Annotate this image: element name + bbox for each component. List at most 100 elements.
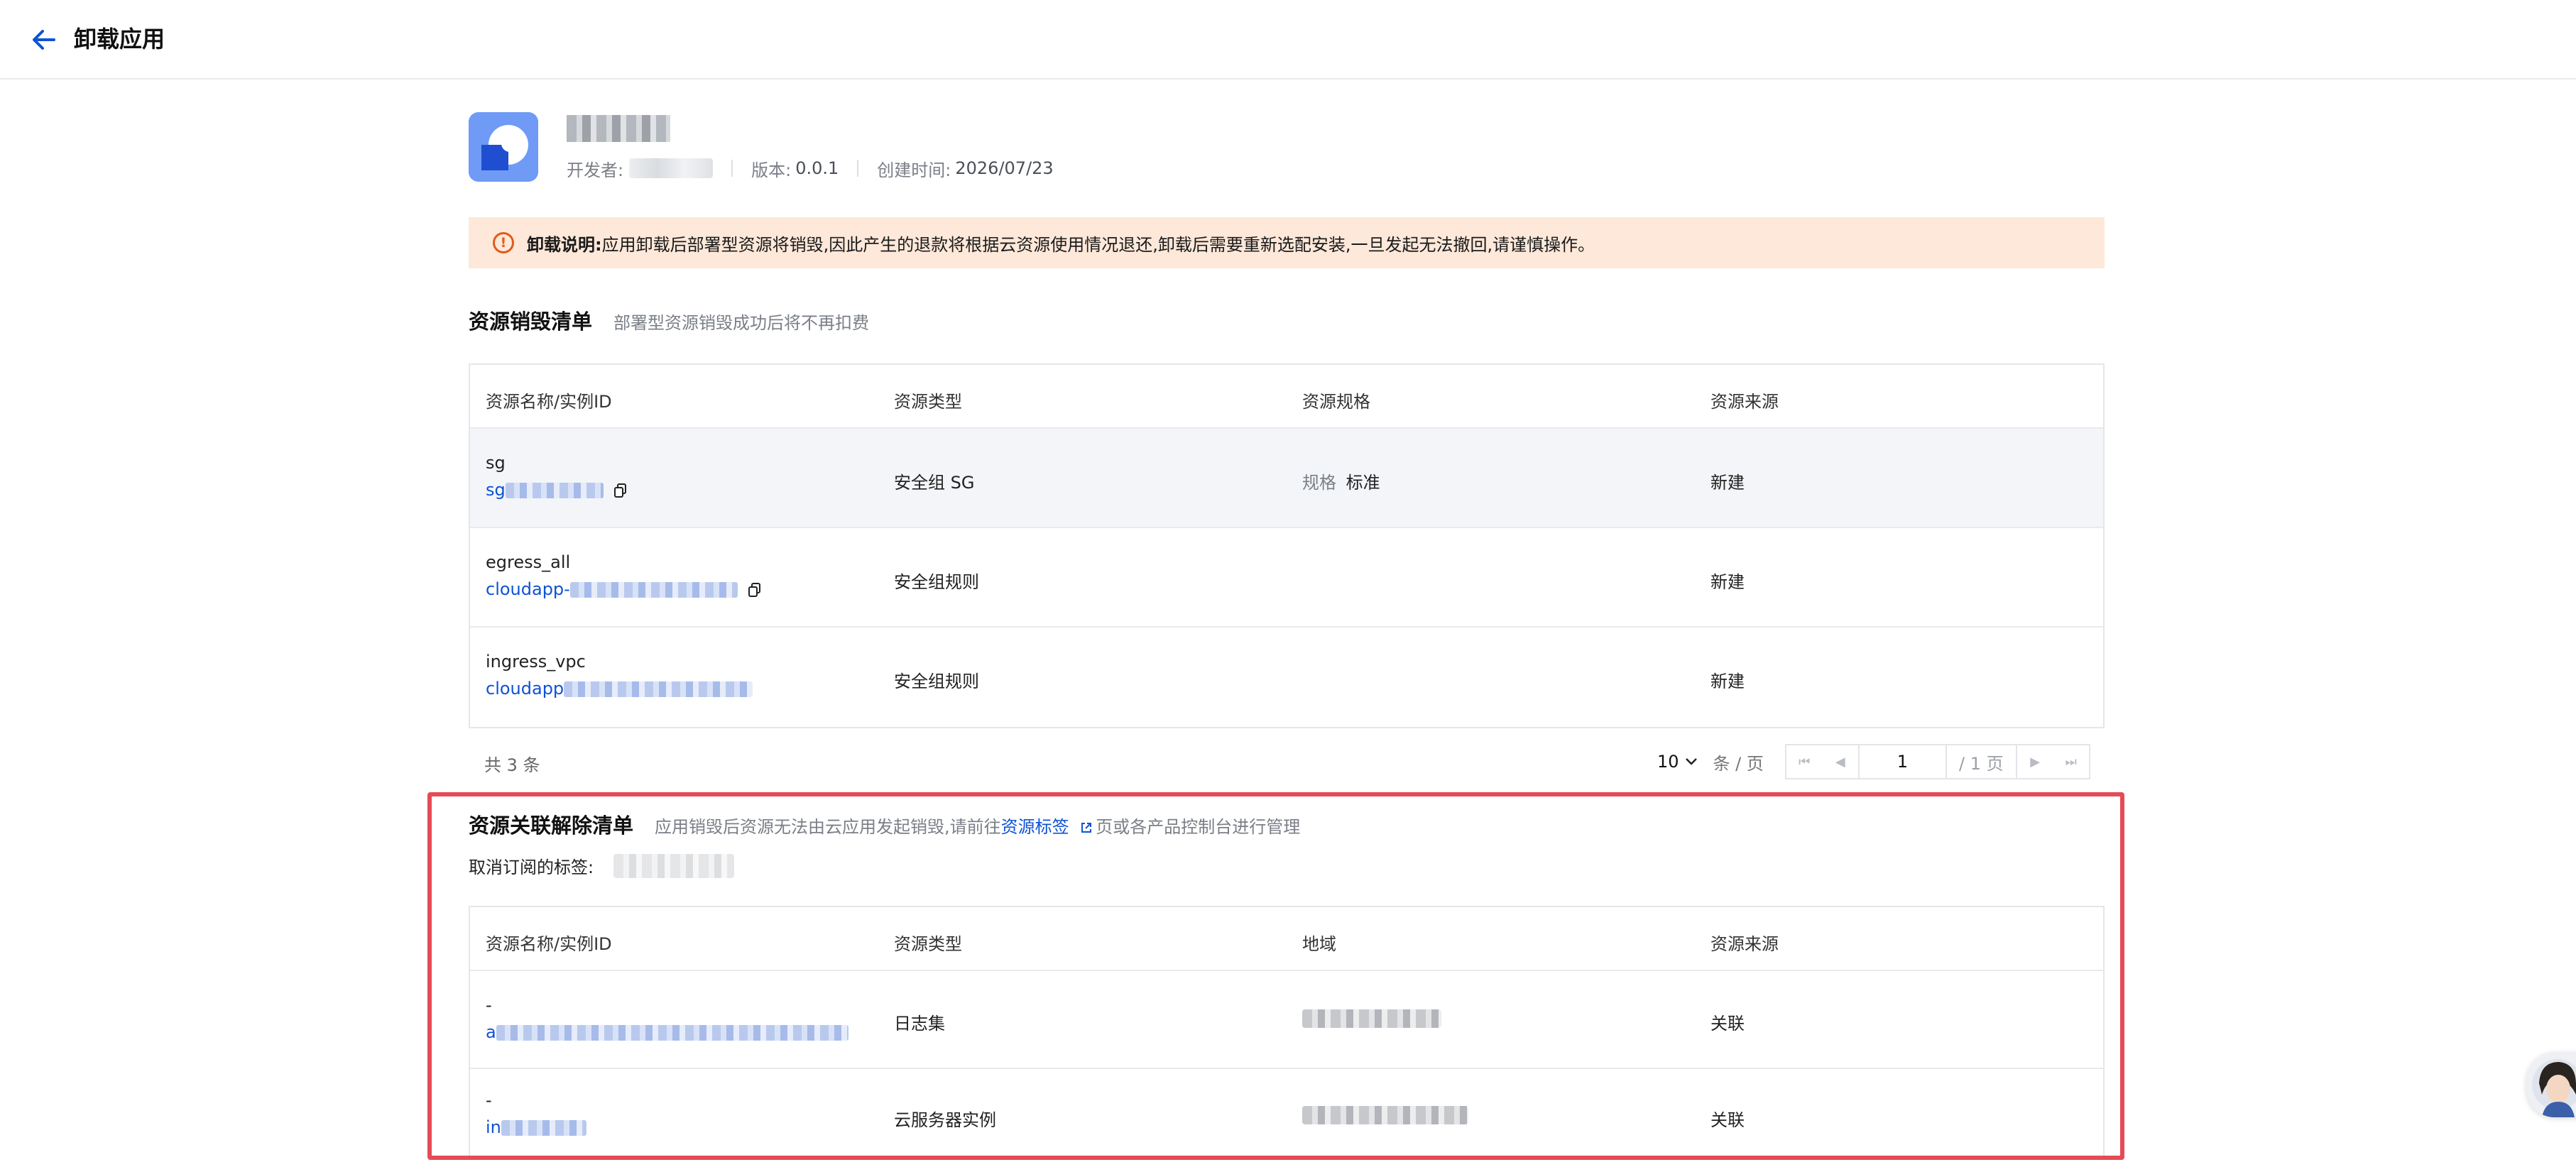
resource-source: 关联: [1710, 1110, 1745, 1130]
notice-title: 卸载说明:: [527, 234, 602, 255]
resource-id-link[interactable]: sg: [486, 480, 506, 500]
column-header: 资源类型: [894, 934, 962, 954]
resource-id[interactable]: a: [486, 1022, 848, 1042]
column-header: 地域: [1302, 934, 1336, 954]
resource-id[interactable]: cloudapp: [486, 679, 753, 698]
resource-type: 日志集: [894, 1014, 945, 1034]
resource-id-blurred: [564, 681, 753, 697]
spec-label: 规格: [1302, 473, 1336, 493]
resource-type: 安全组 SG: [894, 473, 975, 493]
pagination: ⏮ ◀ 1 / 1 页 ▶ ⏭: [1785, 744, 2090, 779]
resource-id[interactable]: cloudapp-: [486, 579, 761, 599]
page-size-value[interactable]: 10: [1657, 752, 1679, 772]
column-header: 资源名称/实例ID: [486, 392, 612, 412]
resource-name: -: [486, 995, 492, 1015]
resource-source: 新建: [1710, 672, 1745, 691]
table-row[interactable]: ingress_vpc cloudapp 安全组规则 新建: [470, 628, 2103, 727]
resource-id-link[interactable]: cloudapp-: [486, 579, 570, 599]
table-row[interactable]: - in 云服务器实例 关联: [470, 1069, 2103, 1158]
resource-name: ingress_vpc: [486, 652, 586, 672]
section-desc: 应用销毁后资源无法由云应用发起销毁,请前往资源标签 页或各产品控制台进行管理: [655, 813, 1300, 838]
last-page-icon[interactable]: ⏭: [2053, 745, 2089, 778]
resource-id-blurred: [501, 1120, 586, 1136]
destroy-table: 资源名称/实例ID 资源类型 资源规格 资源来源 sg sg 安全组 SG 规格…: [469, 363, 2105, 728]
table-row[interactable]: - a 日志集 关联: [470, 971, 2103, 1069]
copy-icon[interactable]: [614, 483, 627, 498]
developer-label: 开发者:: [567, 160, 624, 180]
resource-name: -: [486, 1090, 492, 1110]
created-value: 2026/07/23: [955, 158, 1054, 178]
first-page-icon[interactable]: ⏮: [1786, 745, 1823, 778]
table-row[interactable]: egress_all cloudapp- 安全组规则 新建: [470, 528, 2103, 628]
top-bar: 卸载应用: [0, 0, 2576, 80]
back-arrow-icon[interactable]: [28, 24, 60, 55]
resource-name: egress_all: [486, 552, 571, 572]
resource-tags-link[interactable]: 资源标签: [1001, 817, 1069, 837]
desc-text: 应用销毁后资源无法由云应用发起销毁,请前往: [655, 817, 1001, 837]
app-meta: 开发者: 版本: 0.0.1 创建时间: 2026/07/23: [567, 158, 1054, 180]
resource-source: 新建: [1710, 572, 1745, 592]
uninstall-notice: ! 卸载说明: 应用卸载后部署型资源将销毁,因此产生的退款将根据云资源使用情况退…: [469, 217, 2105, 268]
developer-value-blurred: [629, 158, 714, 178]
spec-value: 标准: [1346, 473, 1380, 493]
resource-id-link[interactable]: in: [486, 1117, 501, 1137]
unlink-table: 资源名称/实例ID 资源类型 地域 资源来源 - a 日志集 关联 - in 云…: [469, 906, 2105, 1158]
total-count: 共 3 条: [484, 755, 540, 775]
resource-source: 新建: [1710, 473, 1745, 493]
version-label: 版本:: [751, 160, 792, 180]
page-total: / 1 页: [1947, 745, 2017, 778]
resource-id-blurred: [569, 582, 738, 598]
resource-type: 云服务器实例: [894, 1110, 996, 1130]
resource-id[interactable]: sg: [486, 480, 627, 500]
external-link-icon[interactable]: [1080, 821, 1093, 834]
resource-id-link[interactable]: cloudapp: [486, 679, 564, 698]
region-value-blurred: [1302, 1106, 1468, 1124]
column-header: 资源规格: [1302, 392, 1370, 412]
next-page-icon[interactable]: ▶: [2017, 745, 2053, 778]
table-row[interactable]: sg sg 安全组 SG 规格 标准 新建: [470, 429, 2103, 528]
copy-icon[interactable]: [748, 583, 761, 597]
resource-spec: 规格 标准: [1302, 469, 1380, 493]
resource-name: sg: [486, 453, 506, 473]
unsubscribe-tags: 取消订阅的标签:: [469, 853, 735, 878]
resource-type: 安全组规则: [894, 572, 979, 592]
tag-value-blurred: [613, 853, 735, 878]
resource-id-blurred: [496, 1025, 848, 1041]
notice-text: 应用卸载后部署型资源将销毁,因此产生的退款将根据云资源使用情况退还,卸载后需要重…: [601, 234, 1595, 255]
resource-id[interactable]: in: [486, 1117, 586, 1137]
region-blurred: [1302, 1106, 1468, 1129]
page-size-unit: 条 / 页: [1713, 753, 1764, 774]
desc-text: 页或各产品控制台进行管理: [1096, 817, 1301, 837]
table-header: 资源名称/实例ID 资源类型 地域 资源来源: [470, 907, 2103, 971]
resource-id-link[interactable]: a: [486, 1022, 496, 1042]
divider: [731, 160, 733, 177]
created-label: 创建时间:: [877, 160, 951, 180]
resource-id-blurred: [505, 483, 604, 498]
section-title: 资源关联解除清单: [469, 813, 634, 838]
region-value-blurred: [1302, 1009, 1441, 1028]
page-size-select[interactable]: 10 条 / 页: [1657, 744, 1764, 779]
page-title: 卸载应用: [74, 26, 165, 53]
resource-source: 关联: [1710, 1014, 1745, 1034]
unlink-section-header: 资源关联解除清单 应用销毁后资源无法由云应用发起销毁,请前往资源标签 页或各产品…: [469, 809, 1300, 839]
app-logo-icon: [469, 112, 538, 182]
divider: [857, 160, 859, 177]
region-blurred: [1302, 1009, 1441, 1032]
table-header: 资源名称/实例ID 资源类型 资源规格 资源来源: [470, 365, 2103, 429]
section-desc: 部署型资源销毁成功后将不再扣费: [613, 313, 870, 333]
version-value: 0.0.1: [795, 158, 839, 178]
tag-label: 取消订阅的标签:: [469, 858, 594, 877]
prev-page-icon[interactable]: ◀: [1823, 745, 1859, 778]
resource-type: 安全组规则: [894, 672, 979, 691]
chevron-down-icon[interactable]: [1685, 757, 1698, 766]
app-name-blurred: [567, 115, 670, 142]
warning-circle-icon: !: [493, 232, 514, 253]
column-header: 资源来源: [1710, 934, 1779, 954]
column-header: 资源名称/实例ID: [486, 934, 612, 954]
assistant-avatar-icon[interactable]: [2526, 1052, 2576, 1117]
column-header: 资源类型: [894, 392, 962, 412]
section-title: 资源销毁清单: [469, 309, 593, 334]
destroy-section-header: 资源销毁清单 部署型资源销毁成功后将不再扣费: [469, 305, 869, 335]
page-input[interactable]: 1: [1858, 745, 1947, 778]
column-header: 资源来源: [1710, 392, 1779, 412]
